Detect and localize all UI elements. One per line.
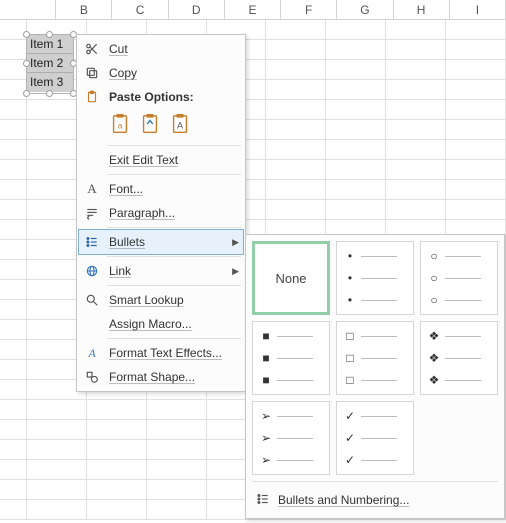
menu-label: Assign Macro... [109, 317, 239, 331]
menu-label: Format Shape... [109, 370, 239, 384]
copy-icon [83, 64, 101, 82]
menu-separator [107, 145, 241, 146]
menu-link[interactable]: Link ▶ [79, 259, 243, 283]
context-menu: Cut Copy Paste Options: a A Exit Edit Te… [76, 34, 246, 392]
paragraph-icon [83, 204, 101, 222]
menu-format-shape[interactable]: Format Shape... [79, 365, 243, 389]
bullet-none-label: None [275, 271, 306, 286]
resize-handle[interactable] [23, 31, 30, 38]
bullets-icon [83, 233, 101, 251]
menu-exit-edit-text[interactable]: Exit Edit Text [79, 148, 243, 172]
menu-label: Copy [109, 66, 239, 80]
bullet-option-diamond[interactable]: ❖ ❖ ❖ [420, 321, 498, 395]
submenu-footer-label: Bullets and Numbering... [278, 493, 409, 507]
bullet-option-arrow[interactable]: ➢ ➢ ➢ [252, 401, 330, 475]
col-header[interactable]: F [281, 0, 337, 19]
menu-label: Font... [109, 182, 239, 196]
resize-handle[interactable] [46, 90, 53, 97]
submenu-separator [252, 481, 498, 482]
font-icon: A [83, 180, 101, 198]
col-header-gutter [0, 0, 56, 19]
paste-text-only-icon[interactable]: A [169, 113, 191, 140]
col-header[interactable]: I [450, 0, 506, 19]
bullets-submenu: None • • • ○ ○ ○ ■ ■ ■ □ □ □ ❖ ❖ ❖ ➢ ➢ [245, 234, 505, 519]
col-header[interactable]: H [394, 0, 450, 19]
submenu-arrow-icon: ▶ [232, 266, 239, 277]
bullets-list-icon [256, 492, 270, 509]
menu-bullets[interactable]: Bullets ▶ [79, 230, 243, 254]
menu-separator [107, 174, 241, 175]
resize-handle[interactable] [23, 60, 30, 67]
blank-icon [83, 151, 101, 169]
col-header[interactable]: E [225, 0, 281, 19]
submenu-arrow-icon: ▶ [232, 237, 239, 248]
search-icon [83, 291, 101, 309]
menu-cut[interactable]: Cut [79, 37, 243, 61]
bullet-option-check[interactable]: ✓ ✓ ✓ [336, 401, 414, 475]
paste-options-row: a A [79, 109, 243, 143]
paste-merge-icon[interactable] [139, 113, 161, 140]
menu-label: Cut [109, 42, 239, 56]
menu-label: Exit Edit Text [109, 153, 239, 167]
bullet-option-none[interactable]: None [252, 241, 330, 315]
menu-separator [107, 227, 241, 228]
textbox-line: Item 2 [27, 54, 73, 73]
bullet-option-square-filled[interactable]: ■ ■ ■ [252, 321, 330, 395]
menu-separator [107, 256, 241, 257]
menu-copy[interactable]: Copy [79, 61, 243, 85]
menu-separator [107, 285, 241, 286]
menu-assign-macro[interactable]: Assign Macro... [79, 312, 243, 336]
col-header[interactable]: D [169, 0, 225, 19]
menu-label: Bullets [109, 235, 228, 249]
col-header[interactable]: G [337, 0, 393, 19]
link-icon [83, 262, 101, 280]
menu-format-text-effects[interactable]: A Format Text Effects... [79, 341, 243, 365]
menu-label: Paragraph... [109, 206, 239, 220]
menu-paste-options: Paste Options: [79, 85, 243, 109]
menu-label: Format Text Effects... [109, 346, 239, 360]
menu-separator [107, 338, 241, 339]
svg-text:A: A [177, 120, 184, 130]
menu-smart-lookup[interactable]: Smart Lookup [79, 288, 243, 312]
menu-paragraph[interactable]: Paragraph... [79, 201, 243, 225]
selected-textbox[interactable]: Item 1 Item 2 Item 3 [26, 34, 74, 94]
resize-handle[interactable] [23, 90, 30, 97]
bullet-option-square-hollow[interactable]: □ □ □ [336, 321, 414, 395]
blank-icon [83, 315, 101, 333]
menu-label: Smart Lookup [109, 293, 239, 307]
paste-keep-source-icon[interactable]: a [109, 113, 131, 140]
text-effects-icon: A [83, 344, 101, 362]
menu-label: Link [109, 264, 228, 278]
col-header[interactable]: C [112, 0, 168, 19]
clipboard-icon [83, 88, 101, 106]
svg-text:a: a [118, 121, 123, 130]
bullet-option-disc[interactable]: • • • [336, 241, 414, 315]
bullet-option-circle[interactable]: ○ ○ ○ [420, 241, 498, 315]
scissors-icon [83, 40, 101, 58]
resize-handle[interactable] [46, 31, 53, 38]
menu-font[interactable]: A Font... [79, 177, 243, 201]
column-headers: B C D E F G H I [0, 0, 506, 20]
col-header[interactable]: B [56, 0, 112, 19]
format-shape-icon [83, 368, 101, 386]
menu-label: Paste Options: [109, 90, 239, 104]
bullets-and-numbering[interactable]: Bullets and Numbering... [252, 488, 498, 512]
